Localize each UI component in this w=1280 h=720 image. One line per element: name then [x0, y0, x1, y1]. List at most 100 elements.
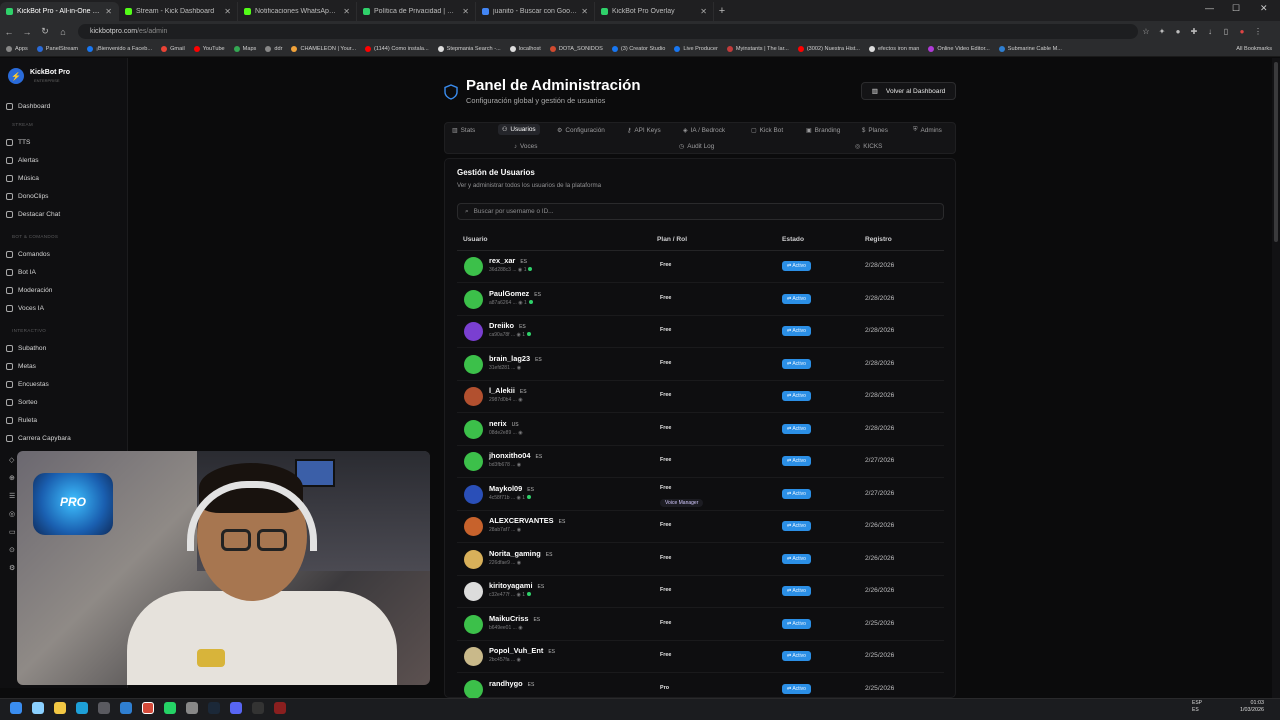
- menu-icon[interactable]: ⋮: [1250, 27, 1266, 36]
- sidebar-item-sorteo[interactable]: Sorteo: [6, 396, 124, 408]
- tab-close-icon[interactable]: ✕: [581, 7, 588, 16]
- extension-icon[interactable]: ✦: [1154, 27, 1170, 36]
- status-badge[interactable]: ⇄ Activo: [782, 651, 811, 661]
- tab-close-icon[interactable]: ✕: [700, 7, 707, 16]
- mail-icon[interactable]: [120, 702, 132, 714]
- bookmark-item[interactable]: Apps: [6, 46, 28, 52]
- chrome-icon[interactable]: [142, 702, 154, 714]
- table-row[interactable]: Dreiiko ES ca90a78f ... ◉ 1 Free ⇄ Activo 2/2…: [457, 316, 944, 348]
- forward-icon[interactable]: →: [18, 27, 36, 37]
- user-name[interactable]: l_Alekii ES: [489, 386, 527, 395]
- status-badge[interactable]: ⇄ Activo: [782, 391, 811, 401]
- back-to-dashboard-button[interactable]: ▥ Volver al Dashboard: [861, 82, 956, 100]
- table-row[interactable]: nerix US 08de2e89 ... ◉ Free ⇄ Activo 2/28/2…: [457, 414, 944, 446]
- bookmark-item[interactable]: ddr: [265, 46, 282, 52]
- tab-close-icon[interactable]: ✕: [343, 7, 350, 16]
- bookmark-item[interactable]: Submarine Cable M...: [998, 46, 1062, 52]
- tab-usuarios[interactable]: ⚇ Usuarios: [498, 124, 540, 135]
- tab-voces[interactable]: ♪ Voces: [514, 143, 537, 150]
- tab-configuraci-n[interactable]: ⚙ Configuración: [557, 127, 605, 134]
- table-row[interactable]: Popol_Vuh_Ent ES 2bc457fa ... ◉ Free ⇄ Acti…: [457, 641, 944, 673]
- sidebar-item-tts[interactable]: TTS: [6, 136, 124, 148]
- table-row[interactable]: kiritoyagami ES c32e477f ... ◉ 1 Free ⇄ Acti…: [457, 576, 944, 608]
- tab-close-icon[interactable]: ✕: [224, 7, 231, 16]
- minimize-icon[interactable]: —: [1205, 3, 1214, 13]
- scrollbar-thumb[interactable]: [1274, 62, 1278, 242]
- sidebar-item-subathon[interactable]: Subathon: [6, 342, 124, 354]
- tab-planes[interactable]: $ Planes: [862, 127, 888, 134]
- tab-admins[interactable]: ⛨ Admins: [913, 127, 942, 134]
- tab-audit-log[interactable]: ◷ Audit Log: [679, 143, 714, 150]
- browser-tab[interactable]: KickBot Pro Overlay ✕: [595, 2, 714, 21]
- input-language[interactable]: ESP ES: [1192, 700, 1202, 714]
- user-name[interactable]: rex_xar ES: [489, 256, 527, 265]
- sidebar-item-dashboard[interactable]: Dashboard: [6, 100, 124, 112]
- status-badge[interactable]: ⇄ Activo: [782, 423, 811, 434]
- app-icon[interactable]: [274, 702, 286, 714]
- tab-api-keys[interactable]: ⚷ API Keys: [627, 127, 661, 134]
- sidebar-item-comandos[interactable]: Comandos: [6, 248, 124, 260]
- windows-start-icon[interactable]: [10, 702, 22, 714]
- tab-kick-bot[interactable]: ▢ Kick Bot: [751, 127, 783, 134]
- table-row[interactable]: brain_lag23 ES 31efd281 ... ◉ Free ⇄ Activo…: [457, 349, 944, 381]
- tab-close-icon[interactable]: ✕: [105, 7, 112, 16]
- steam-icon[interactable]: [208, 702, 220, 714]
- discord-icon[interactable]: [230, 702, 242, 714]
- table-row[interactable]: rex_xar ES 36d288c3 ... ◉ 1 Free ⇄ Activo 2/2…: [457, 251, 944, 283]
- browser-tab[interactable]: Política de Privacidad | KickBot ✕: [357, 2, 476, 21]
- user-name[interactable]: ALEXCERVANTES ES: [489, 516, 565, 525]
- tab-stats[interactable]: ▥ Stats: [452, 127, 475, 134]
- table-row[interactable]: l_Alekii ES 2987d0b4 ... ◉ Free ⇄ Activo 2/2…: [457, 381, 944, 413]
- status-badge[interactable]: ⇄ Activo: [782, 293, 811, 304]
- user-name[interactable]: nerix US: [489, 419, 519, 428]
- bookmark-item[interactable]: Myinstants | The lar...: [726, 46, 789, 52]
- status-badge[interactable]: ⇄ Activo: [782, 456, 811, 466]
- store-icon[interactable]: [98, 702, 110, 714]
- bookmark-item[interactable]: ¡Bienvenido a Faceb...: [87, 46, 152, 52]
- bookmark-item[interactable]: localhost: [509, 46, 541, 52]
- profile-avatar[interactable]: ●: [1234, 27, 1250, 36]
- sidebar-item-bot-ia[interactable]: Bot IA: [6, 266, 124, 278]
- extensions-puzzle-icon[interactable]: ✚: [1186, 27, 1202, 36]
- table-row[interactable]: jhonxitho04 ES bd3fb678 ... ◉ Free ⇄ Activo…: [457, 446, 944, 478]
- tab-ia-bedrock[interactable]: ◈ IA / Bedrock: [683, 127, 725, 134]
- user-name[interactable]: Norita_gaming ES: [489, 549, 552, 558]
- user-name[interactable]: PaulGomez ES: [489, 289, 541, 298]
- home-icon[interactable]: ⌂: [54, 27, 72, 37]
- tab-kicks[interactable]: ◎ KICKS: [855, 143, 882, 150]
- bookmark-item[interactable]: Live Producer: [674, 46, 718, 52]
- status-badge[interactable]: ⇄ Activo: [782, 553, 811, 564]
- browser-tab[interactable]: Notificaciones WhatsApp - Kick ✕: [238, 2, 357, 21]
- status-badge[interactable]: ⇄ Activo: [782, 586, 811, 596]
- sidepanel-icon[interactable]: ▯: [1218, 27, 1234, 36]
- status-badge[interactable]: ⇄ Activo: [782, 521, 811, 531]
- status-badge[interactable]: ⇄ Activo: [782, 261, 811, 271]
- user-name[interactable]: MaikuCriss ES: [489, 614, 540, 623]
- all-bookmarks-button[interactable]: All Bookmarks: [1236, 46, 1272, 52]
- download-icon[interactable]: ↓: [1202, 27, 1218, 36]
- url-field[interactable]: kickbotpro.com/es/admin: [78, 24, 1138, 39]
- table-row[interactable]: MaikuCriss ES b649ee01 ... ◉ Free ⇄ Activo 2…: [457, 609, 944, 641]
- status-badge[interactable]: ⇄ Activo: [782, 683, 811, 694]
- copilot-icon[interactable]: [32, 702, 44, 714]
- user-name[interactable]: Popol_Vuh_Ent ES: [489, 646, 555, 655]
- bookmark-item[interactable]: YouTube: [193, 46, 225, 52]
- table-row[interactable]: Norita_gaming ES 226dfae9 ... ◉ Free ⇄ Acti…: [457, 544, 944, 576]
- file-explorer-icon[interactable]: [54, 702, 66, 714]
- user-name[interactable]: kiritoyagami ES: [489, 581, 544, 590]
- bookmark-star-icon[interactable]: ☆: [1138, 27, 1154, 36]
- status-badge[interactable]: ⇄ Activo: [782, 326, 811, 336]
- tab-close-icon[interactable]: ✕: [462, 7, 469, 16]
- user-name[interactable]: Maykol09 ES: [489, 484, 534, 493]
- user-name[interactable]: randhygo ES: [489, 679, 534, 688]
- sidebar-item-ruleta[interactable]: Ruleta: [6, 414, 124, 426]
- bookmark-item[interactable]: Online Video Editor...: [928, 46, 990, 52]
- sidebar-item-voces-ia[interactable]: Voces IA: [6, 302, 124, 314]
- user-name[interactable]: brain_lag23 ES: [489, 354, 542, 363]
- sidebar-item-alertas[interactable]: Alertas: [6, 154, 124, 166]
- table-row[interactable]: Maykol09 ES 4c58f71b ... ◉ 1 Free Voice Mana…: [457, 479, 944, 511]
- maximize-icon[interactable]: ☐: [1232, 3, 1240, 14]
- browser-tab[interactable]: KickBot Pro - All-in-One Stream✕: [0, 2, 119, 21]
- sidebar-item-moderaci-n[interactable]: Moderación: [6, 284, 124, 296]
- extension-icon[interactable]: ●: [1170, 27, 1186, 36]
